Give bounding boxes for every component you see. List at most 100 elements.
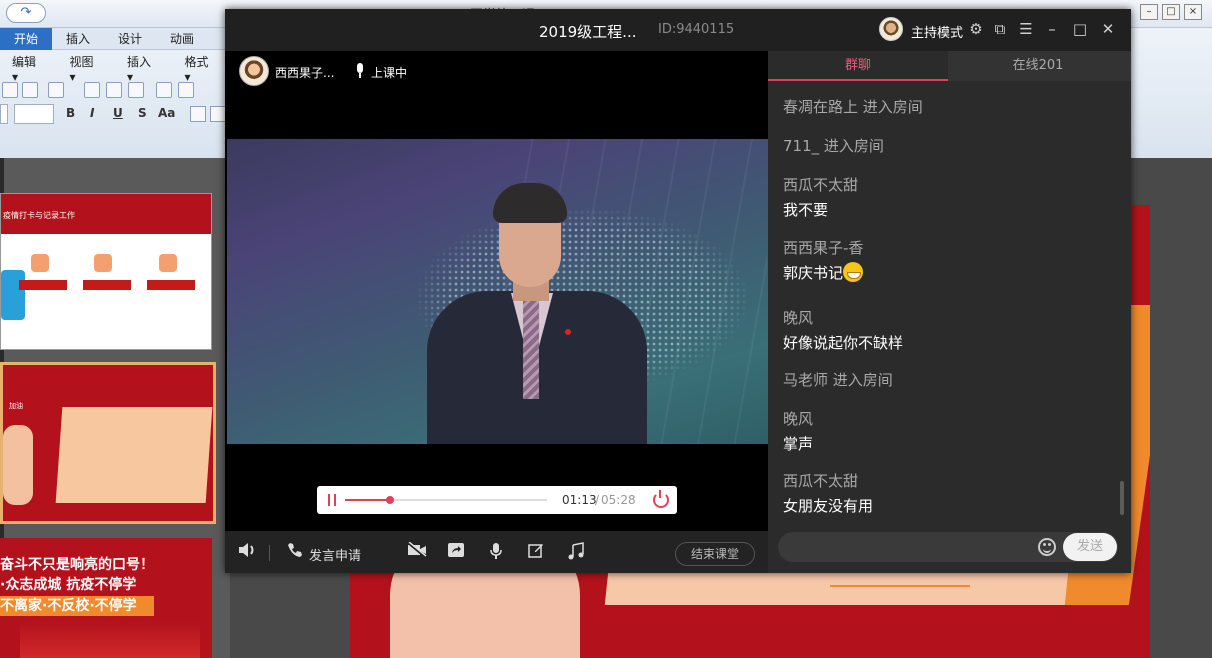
- speaker-icon[interactable]: [237, 542, 257, 562]
- print-icon[interactable]: [84, 82, 100, 98]
- sender-name: 西西果子-香: [783, 239, 864, 257]
- tab-home[interactable]: 开始: [0, 27, 53, 50]
- skyline-illustration: [20, 622, 200, 658]
- slide-thumbnail-2[interactable]: 加油: [0, 362, 216, 524]
- teacher-name: 西西果子...: [275, 66, 335, 80]
- chat-message: 晚风 好像说起你不缺样: [783, 307, 903, 353]
- menu-view[interactable]: 视图 ▾: [58, 53, 116, 84]
- host-mode-label[interactable]: 主持模式: [911, 22, 963, 41]
- seek-handle[interactable]: [386, 496, 395, 504]
- speak-request-button[interactable]: 发言申请: [309, 545, 361, 564]
- slide-thumbnail-3[interactable]: 奋斗不只是响亮的口号！ ·众志成城 抗疫不停学 不离家·不反校·不停学: [0, 538, 212, 658]
- ppt-ribbon-right: [1130, 28, 1212, 158]
- tab-insert[interactable]: 插入: [52, 28, 104, 50]
- live-class-window: 2019级工程... ID:9440115 主持模式 ⚙ ⧉ ☰ – □ ✕ 西…: [225, 9, 1131, 573]
- chat-scrollbar[interactable]: [1120, 481, 1124, 515]
- spellcheck-icon[interactable]: [156, 82, 172, 98]
- seek-track[interactable]: [345, 496, 547, 504]
- window-title: 2019级工程...: [539, 23, 637, 41]
- ppt-window-controls: – □ ×: [1130, 4, 1212, 24]
- thumb2-title: 加油: [9, 402, 23, 410]
- thumb3-line1: 奋斗不只是响亮的口号！: [0, 557, 154, 573]
- tab-animation[interactable]: 动画: [156, 28, 208, 50]
- restore-icon[interactable]: □: [1162, 4, 1180, 20]
- ppt-toolbar-icons: [0, 82, 230, 100]
- tab-design[interactable]: 设计: [104, 28, 156, 50]
- pause-icon[interactable]: [328, 494, 336, 506]
- font-name-field[interactable]: [0, 104, 8, 124]
- close-icon[interactable]: ✕: [1099, 20, 1117, 38]
- teacher-avatar[interactable]: [239, 56, 269, 86]
- thumb1-title: 疫情打卡与记录工作: [3, 211, 75, 220]
- maximize-icon[interactable]: □: [1071, 20, 1089, 38]
- menu-edit[interactable]: 编辑 ▾: [0, 53, 58, 84]
- font-case-button[interactable]: Aa: [158, 106, 175, 120]
- font-size-field[interactable]: [14, 104, 54, 124]
- presenter-badge: [565, 329, 571, 335]
- send-button[interactable]: 发送: [1063, 533, 1117, 561]
- minimize-icon[interactable]: –: [1043, 20, 1061, 38]
- phone-illustration: [1, 270, 25, 320]
- menu-insert[interactable]: 插入 ▾: [115, 53, 173, 84]
- hex-icon: [94, 254, 112, 272]
- chat-tabs: 群聊 在线201: [768, 51, 1131, 81]
- table-icon[interactable]: [128, 82, 144, 98]
- undo-icon[interactable]: ↷: [6, 3, 46, 23]
- tab-online-users[interactable]: 在线201: [948, 51, 1128, 81]
- fist-illustration: [3, 425, 33, 505]
- settings-icon[interactable]: ⚙: [967, 20, 985, 38]
- menu-format[interactable]: 格式 ▾: [173, 53, 231, 84]
- playback-bar: 01:13 / 05:28: [317, 486, 677, 514]
- thumb-caption: [147, 280, 195, 290]
- chat-messages[interactable]: 春凋在路上 进入房间 711_ 进入房间 西瓜不太甜 我不要 西西果子-香 郭庆…: [768, 81, 1123, 513]
- window-titlebar[interactable]: 2019级工程... ID:9440115 主持模式 ⚙ ⧉ ☰ – □ ✕: [225, 9, 1131, 51]
- thumb3-line2: ·众志成城 抗疫不停学: [0, 577, 137, 593]
- slide-thumbnail-1[interactable]: 疫情打卡与记录工作: [0, 193, 212, 350]
- sender-name: 西瓜不太甜: [783, 472, 859, 490]
- video-player[interactable]: [227, 139, 768, 444]
- camera-off-icon[interactable]: [407, 541, 427, 562]
- paste-icon[interactable]: [2, 82, 18, 98]
- chat-message: 西西果子-香 郭庆书记: [783, 237, 863, 283]
- thumb-caption: [83, 280, 131, 290]
- microphone-icon: [357, 63, 363, 78]
- power-icon[interactable]: [653, 490, 669, 508]
- italic-button[interactable]: I: [90, 106, 94, 120]
- chat-input-row: 发送: [778, 532, 1118, 562]
- music-icon[interactable]: [566, 542, 586, 562]
- chat-message: 西瓜不太甜 我不要: [783, 174, 858, 220]
- format-painter-icon[interactable]: [22, 82, 38, 98]
- close-icon[interactable]: ×: [1184, 4, 1202, 20]
- message-body: 郭庆书记: [783, 262, 864, 283]
- end-class-button[interactable]: 结束课堂: [675, 542, 755, 566]
- shadow-button[interactable]: S: [138, 106, 147, 120]
- popout-icon[interactable]: ⧉: [991, 20, 1009, 38]
- thumb-caption: [19, 280, 67, 290]
- ppt-format-row: B I U S Aa: [0, 104, 230, 126]
- chat-message: 西瓜不太甜 女朋友没有用: [783, 470, 873, 513]
- copy-icon[interactable]: [48, 82, 64, 98]
- divider: [269, 545, 270, 561]
- orange-divider: [830, 585, 970, 587]
- align-left-icon[interactable]: [190, 106, 206, 122]
- chat-input[interactable]: [786, 536, 1026, 558]
- host-avatar[interactable]: [879, 17, 903, 41]
- preview-icon[interactable]: [106, 82, 122, 98]
- thumb-header-band: 疫情打卡与记录工作: [1, 194, 211, 234]
- system-message: 711_ 进入房间: [783, 137, 884, 155]
- edit-icon[interactable]: [526, 542, 546, 562]
- sender-name: 晚风: [783, 410, 814, 428]
- chat-panel: 群聊 在线201 春凋在路上 进入房间 711_ 进入房间 西瓜不太甜 我不要 …: [768, 51, 1131, 573]
- find-icon[interactable]: [178, 82, 194, 98]
- minimize-icon[interactable]: –: [1140, 4, 1158, 20]
- bold-button[interactable]: B: [66, 106, 75, 120]
- phone-icon[interactable]: [285, 542, 305, 562]
- menu-icon[interactable]: ☰: [1017, 20, 1035, 38]
- emoji-icon[interactable]: [1038, 538, 1056, 556]
- message-text: 好像说起你不缺样: [783, 334, 904, 352]
- tab-group-chat[interactable]: 群聊: [768, 51, 948, 81]
- align-center-icon[interactable]: [210, 106, 226, 122]
- share-screen-icon[interactable]: [446, 542, 466, 562]
- microphone-icon[interactable]: [486, 542, 506, 562]
- underline-button[interactable]: U: [113, 106, 123, 120]
